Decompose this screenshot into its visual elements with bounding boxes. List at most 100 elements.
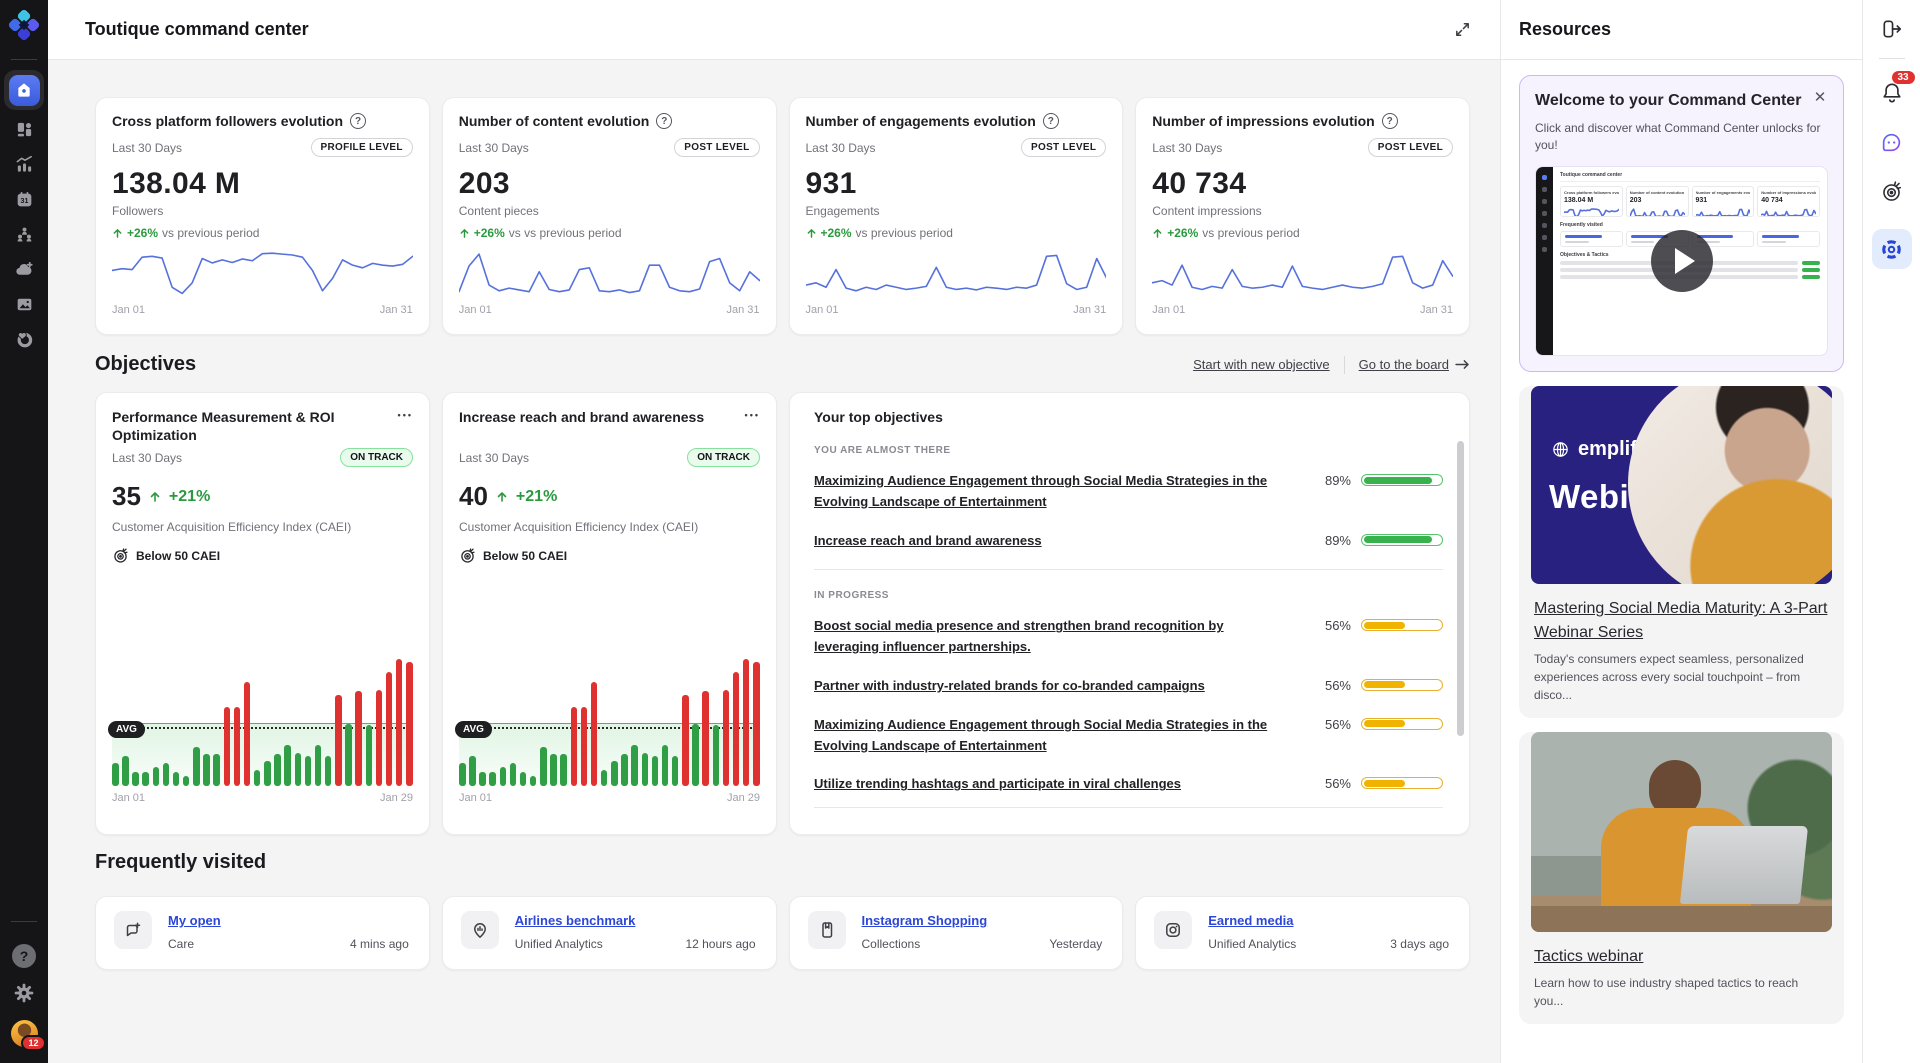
help-circle-icon[interactable] — [656, 113, 672, 129]
bar — [163, 763, 170, 786]
emplifi-logo[interactable] — [9, 10, 39, 40]
objectives-target-icon[interactable] — [1880, 180, 1903, 203]
sidebar-item-calendar[interactable]: 31 — [4, 182, 44, 217]
kpi-row: Cross platform followers evolution Last … — [95, 97, 1470, 335]
bar — [672, 756, 679, 786]
help-circle-icon[interactable] — [350, 113, 366, 129]
bar — [469, 756, 476, 786]
progress-percent: 56% — [1313, 717, 1351, 732]
objective-list-item: Utilize trending hashtags and participat… — [814, 774, 1443, 795]
progress-bar — [1361, 619, 1443, 631]
ellipsis-icon[interactable] — [398, 408, 413, 444]
objective-value: 35 — [112, 481, 141, 512]
progress-bar — [1361, 718, 1443, 730]
main-header: Toutique command center — [48, 0, 1500, 60]
bar — [274, 754, 281, 786]
bar — [386, 672, 393, 786]
expand-icon[interactable] — [1453, 20, 1472, 39]
sparkline-chart — [1152, 248, 1453, 300]
social-care-icon — [15, 330, 34, 349]
sidebar-divider — [11, 921, 37, 922]
webinar-link[interactable]: Tactics webinar — [1534, 945, 1829, 968]
visited-link[interactable]: Airlines benchmark — [515, 913, 636, 928]
axis-start: Jan 01 — [459, 304, 492, 316]
visited-card-instagram-shopping[interactable]: Instagram Shopping Collections Yesterday — [789, 896, 1124, 970]
welcome-video-thumbnail[interactable]: Toutique command center Cross platform f… — [1535, 166, 1828, 356]
play-icon[interactable] — [1651, 230, 1713, 292]
kpi-delta: +26% — [821, 226, 852, 240]
avg-label: AVG — [455, 721, 492, 738]
media-library-icon — [15, 295, 34, 314]
objective-target: Below 50 CAEI — [136, 549, 220, 563]
notifications-badge: 33 — [1892, 71, 1915, 84]
objective-link[interactable]: Increase reach and brand awareness — [814, 531, 1313, 552]
objective-link[interactable]: Boost social media presence and strength… — [814, 616, 1313, 658]
benchmark-pin-icon — [470, 920, 490, 940]
collections-bookmark-icon — [817, 920, 837, 940]
visited-card-airlines-benchmark[interactable]: Airlines benchmark Unified Analytics12 h… — [442, 896, 777, 970]
go-to-board-link[interactable]: Go to the board — [1359, 357, 1470, 372]
panel-collapse-icon[interactable] — [1881, 18, 1903, 40]
sidebar-item-media[interactable] — [4, 287, 44, 322]
bar — [611, 761, 618, 786]
kpi-card-content: Number of content evolution Last 30 Days… — [442, 97, 777, 335]
help-circle-icon[interactable] — [1043, 113, 1059, 129]
bar — [723, 690, 730, 786]
sparkline-chart — [459, 248, 760, 300]
webinar-link[interactable]: Mastering Social Media Maturity: A 3-Par… — [1534, 597, 1829, 643]
visited-time: Yesterday — [1049, 937, 1102, 951]
status-badge: ON TRACK — [687, 448, 760, 467]
avatar-badge: 12 — [21, 1035, 45, 1051]
sidebar-item-publish[interactable] — [4, 252, 44, 287]
objective-link[interactable]: Utilize trending hashtags and participat… — [814, 774, 1313, 795]
kpi-label: Content pieces — [459, 204, 760, 218]
thumb-title: Toutique command center — [1560, 172, 1820, 182]
objective-link[interactable]: Maximizing Audience Engagement through S… — [814, 471, 1313, 513]
sidebar-item-analytics[interactable] — [4, 147, 44, 182]
webinar-speaker-photo — [1628, 386, 1832, 584]
frequently-visited-header: Frequently visited — [95, 851, 1470, 874]
objective-target: Below 50 CAEI — [483, 549, 567, 563]
help-circle-icon[interactable] — [1382, 113, 1398, 129]
kpi-delta: +26% — [1167, 226, 1198, 240]
visited-card-earned-media[interactable]: Earned media Unified Analytics3 days ago — [1135, 896, 1470, 970]
visited-card-my-open[interactable]: My open Care4 mins ago — [95, 896, 430, 970]
objective-list-item: Boost social media presence and strength… — [814, 616, 1443, 658]
sidebar-item-community[interactable] — [4, 217, 44, 252]
help-icon[interactable]: ? — [12, 944, 36, 968]
level-badge: PROFILE LEVEL — [311, 138, 413, 157]
bar — [621, 754, 628, 786]
bar — [376, 690, 383, 786]
welcome-heading: Welcome to your Command Center — [1535, 90, 1802, 112]
visited-link[interactable]: Earned media — [1208, 913, 1293, 928]
bar — [601, 770, 608, 787]
command-center-icon[interactable] — [1872, 229, 1912, 269]
visited-link[interactable]: Instagram Shopping — [862, 913, 988, 928]
sidebar-item-dashboards[interactable] — [4, 112, 44, 147]
objectives-header: Objectives Start with new objective Go t… — [95, 353, 1470, 376]
sidebar-item-care[interactable] — [4, 322, 44, 357]
visited-source: Collections — [862, 937, 921, 951]
bar — [406, 662, 413, 786]
visited-link[interactable]: My open — [168, 913, 221, 928]
level-badge: POST LEVEL — [1021, 138, 1106, 157]
community-icon — [15, 225, 34, 244]
sparkline-chart — [112, 248, 413, 300]
gear-icon[interactable] — [13, 982, 35, 1004]
scrollbar-thumb[interactable] — [1457, 441, 1464, 736]
objective-link[interactable]: Partner with industry-related brands for… — [814, 676, 1313, 697]
frequently-visited-row: My open Care4 mins ago Airlines benchmar… — [95, 896, 1470, 970]
objective-link[interactable]: Maximizing Audience Engagement through S… — [814, 715, 1313, 757]
kpi-period: Last 30 Days — [1152, 141, 1222, 155]
arrow-right-icon — [1455, 359, 1470, 370]
progress-percent: 56% — [1313, 618, 1351, 633]
ellipsis-icon[interactable] — [745, 408, 760, 444]
kpi-value: 40 734 — [1152, 167, 1453, 201]
start-new-objective-link[interactable]: Start with new objective — [1193, 357, 1330, 372]
notifications-bell-icon[interactable]: 33 — [1880, 81, 1904, 105]
assistant-chat-icon[interactable] — [1880, 131, 1903, 154]
user-avatar[interactable]: 12 — [11, 1020, 38, 1047]
close-icon[interactable] — [1812, 90, 1828, 106]
sidebar-item-home[interactable] — [4, 70, 44, 110]
kpi-delta: +26% — [127, 226, 158, 240]
